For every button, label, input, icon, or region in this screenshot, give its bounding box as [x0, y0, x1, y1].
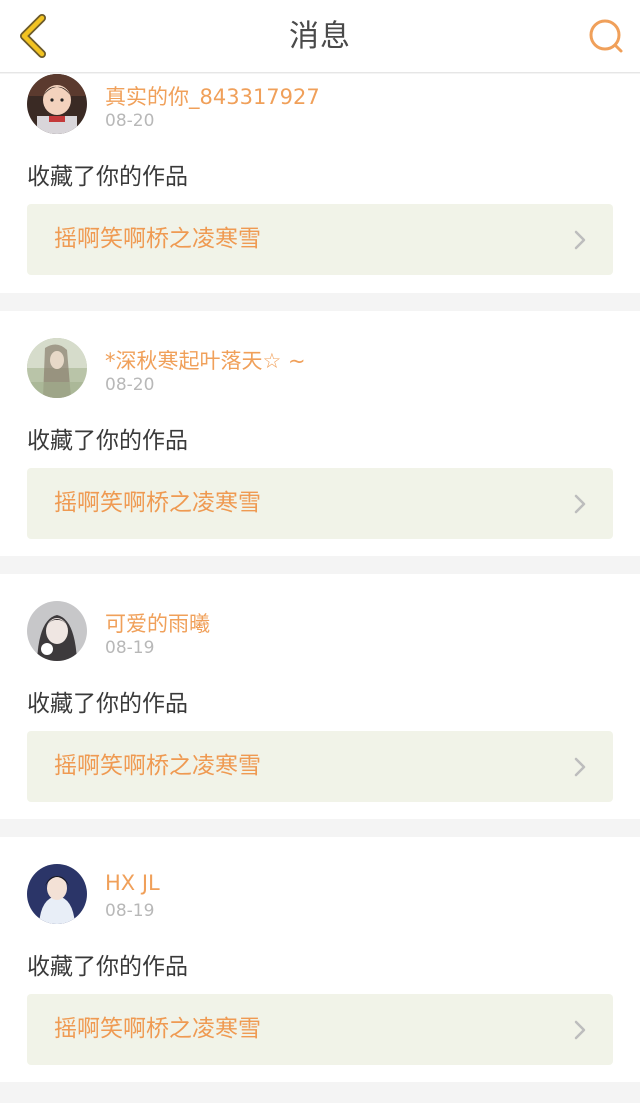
action-text: 收藏了你的作品 [27, 691, 188, 717]
search-button[interactable] [586, 16, 626, 56]
chevron-right-icon [574, 494, 586, 514]
username[interactable]: HX JL [105, 871, 160, 895]
avatar-image [27, 601, 87, 661]
username[interactable]: *深秋寒起叶落天☆ ~ [105, 345, 306, 375]
timestamp: 08-19 [105, 901, 155, 921]
work-link[interactable]: 摇啊笑啊桥之凌寒雪 [27, 731, 613, 802]
notification-card: 可爱的雨曦 08-19 收藏了你的作品 摇啊笑啊桥之凌寒雪 [0, 574, 640, 819]
action-text: 收藏了你的作品 [27, 164, 188, 190]
chevron-right-icon [574, 1020, 586, 1040]
page-title: 消息 [289, 19, 351, 54]
chevron-right-icon [574, 757, 586, 777]
notification-card: 真实的你_843317927 08-20 收藏了你的作品 摇啊笑啊桥之凌寒雪 [0, 74, 640, 293]
avatar-image [27, 74, 87, 134]
username[interactable]: 可爱的雨曦 [105, 608, 210, 638]
avatar-image [27, 864, 87, 924]
chevron-right-icon [574, 230, 586, 250]
notification-card: HX JL 08-19 收藏了你的作品 摇啊笑啊桥之凌寒雪 [0, 837, 640, 1082]
action-text: 收藏了你的作品 [27, 954, 188, 980]
timestamp: 08-20 [105, 111, 155, 131]
timestamp: 08-19 [105, 638, 155, 658]
timestamp: 08-20 [105, 375, 155, 395]
work-title: 摇啊笑啊桥之凌寒雪 [54, 1016, 261, 1042]
avatar-image [27, 338, 87, 398]
username[interactable]: 真实的你_843317927 [105, 81, 320, 111]
action-text: 收藏了你的作品 [27, 428, 188, 454]
work-link[interactable]: 摇啊笑啊桥之凌寒雪 [27, 468, 613, 539]
work-link[interactable]: 摇啊笑啊桥之凌寒雪 [27, 994, 613, 1065]
avatar[interactable] [27, 601, 87, 661]
top-nav-bar: 消息 [0, 0, 640, 73]
avatar[interactable] [27, 74, 87, 134]
avatar[interactable] [27, 864, 87, 924]
notification-card: *深秋寒起叶落天☆ ~ 08-20 收藏了你的作品 摇啊笑啊桥之凌寒雪 [0, 311, 640, 556]
work-title: 摇啊笑啊桥之凌寒雪 [54, 490, 261, 516]
work-link[interactable]: 摇啊笑啊桥之凌寒雪 [27, 204, 613, 275]
work-title: 摇啊笑啊桥之凌寒雪 [54, 753, 261, 779]
avatar[interactable] [27, 338, 87, 398]
work-title: 摇啊笑啊桥之凌寒雪 [54, 226, 261, 252]
notification-list: 真实的你_843317927 08-20 收藏了你的作品 摇啊笑啊桥之凌寒雪 *… [0, 74, 640, 1100]
search-icon [589, 19, 623, 53]
